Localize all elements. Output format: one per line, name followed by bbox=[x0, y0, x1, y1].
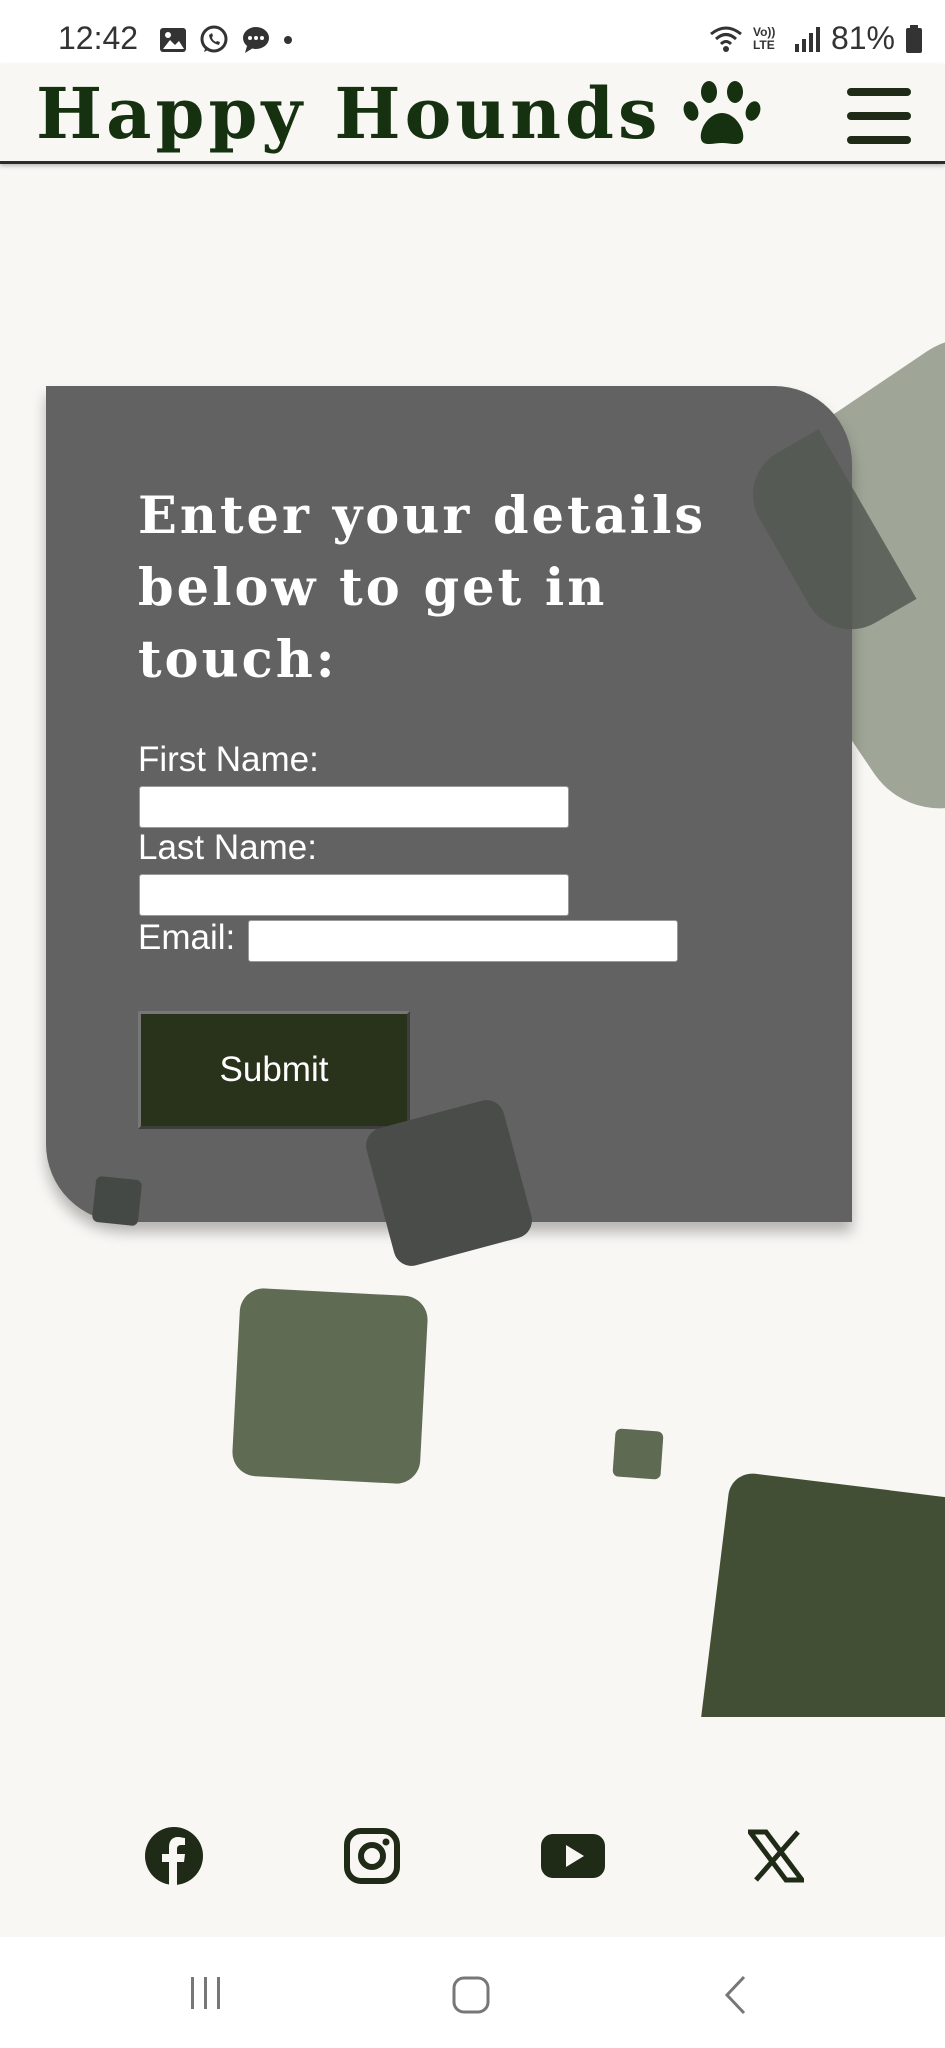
facebook-icon[interactable] bbox=[144, 1826, 204, 1886]
recent-apps-icon[interactable] bbox=[188, 1975, 224, 2011]
hamburger-bar bbox=[847, 136, 911, 144]
wifi-icon bbox=[710, 26, 742, 52]
hamburger-menu-icon[interactable] bbox=[847, 88, 911, 144]
brand[interactable]: Happy Hounds bbox=[36, 72, 761, 155]
site-title[interactable]: Happy Hounds bbox=[36, 72, 661, 155]
dot-icon bbox=[284, 36, 292, 44]
decorative-shape bbox=[612, 1428, 664, 1480]
decorative-shape bbox=[231, 1287, 429, 1485]
message-icon bbox=[243, 27, 269, 53]
battery-percentage: 81% bbox=[830, 20, 895, 56]
youtube-icon[interactable] bbox=[540, 1826, 606, 1886]
home-icon[interactable] bbox=[451, 1975, 491, 2015]
first-name-label: First Name: bbox=[138, 740, 319, 779]
hamburger-bar bbox=[847, 88, 911, 96]
last-name-label: Last Name: bbox=[138, 828, 317, 867]
paw-icon bbox=[683, 80, 761, 144]
status-time: 12:42 bbox=[58, 20, 139, 56]
status-bar: 12:42 Vo)) LTE 81% bbox=[0, 0, 945, 64]
volte-label: Vo)) LTE bbox=[752, 24, 776, 52]
x-twitter-icon[interactable] bbox=[748, 1826, 804, 1886]
notification-icons bbox=[158, 24, 294, 56]
first-name-input[interactable] bbox=[139, 786, 569, 828]
decorative-shape bbox=[91, 1175, 143, 1227]
social-links bbox=[0, 1826, 945, 1886]
email-label: Email: bbox=[138, 918, 236, 957]
form-heading: Enter your details below to get in touch… bbox=[138, 486, 707, 690]
hamburger-bar bbox=[847, 112, 911, 120]
email-input[interactable] bbox=[248, 920, 678, 962]
signal-icon bbox=[794, 26, 820, 52]
system-icons: Vo)) LTE 81% bbox=[709, 20, 923, 57]
gallery-icon bbox=[160, 28, 186, 52]
last-name-input[interactable] bbox=[139, 874, 569, 916]
battery-icon bbox=[906, 24, 922, 53]
site-header: Happy Hounds bbox=[0, 64, 945, 164]
whatsapp-icon bbox=[200, 25, 228, 53]
system-navigation-bar bbox=[0, 1937, 945, 2048]
back-icon[interactable] bbox=[722, 1975, 748, 2015]
submit-button[interactable]: Submit bbox=[138, 1011, 410, 1129]
instagram-icon[interactable] bbox=[342, 1826, 402, 1886]
